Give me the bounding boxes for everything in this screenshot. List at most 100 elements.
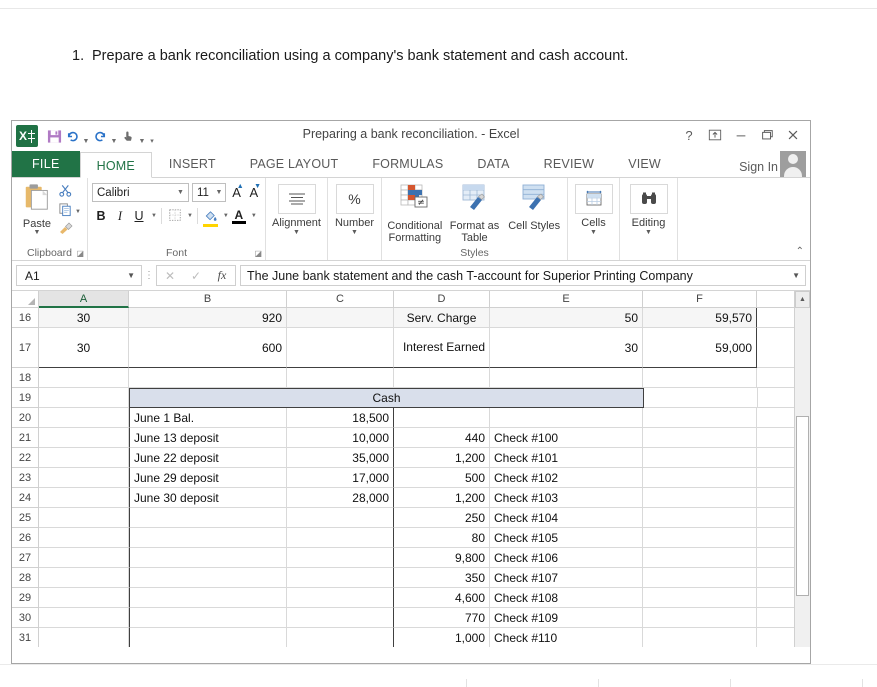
- cell-b30[interactable]: [129, 608, 287, 628]
- cell-b31[interactable]: [129, 628, 287, 647]
- cell-g30[interactable]: [757, 608, 795, 628]
- row-header-27[interactable]: 27: [12, 548, 39, 568]
- cell-g23[interactable]: [757, 468, 795, 488]
- cell-e21[interactable]: Check #100: [490, 428, 643, 448]
- cell-c23[interactable]: 17,000: [287, 468, 394, 488]
- cell-a26[interactable]: [39, 528, 129, 548]
- cell-a20[interactable]: [39, 408, 129, 428]
- cell-e18[interactable]: [490, 368, 643, 388]
- cell-b18[interactable]: [129, 368, 287, 388]
- cell-b28[interactable]: [129, 568, 287, 588]
- cell-f16[interactable]: 59,570: [643, 308, 757, 328]
- cell-g25[interactable]: [757, 508, 795, 528]
- row-header-17[interactable]: 17: [12, 328, 39, 368]
- cell-e30[interactable]: Check #109: [490, 608, 643, 628]
- cell-styles-button[interactable]: Cell Styles: [505, 183, 563, 244]
- scroll-up-icon[interactable]: ▲: [795, 291, 810, 308]
- row-header-25[interactable]: 25: [12, 508, 39, 528]
- cell-e17[interactable]: 30: [490, 328, 643, 368]
- row-header-28[interactable]: 28: [12, 568, 39, 588]
- cell-c28[interactable]: [287, 568, 394, 588]
- font-name-input[interactable]: Calibri ▼: [92, 183, 189, 202]
- cell-a28[interactable]: [39, 568, 129, 588]
- cell-e16[interactable]: 50: [490, 308, 643, 328]
- cell-c31[interactable]: [287, 628, 394, 647]
- cell-d31[interactable]: 1,000: [394, 628, 490, 647]
- row-header-22[interactable]: 22: [12, 448, 39, 468]
- cell-b23[interactable]: June 29 deposit: [129, 468, 287, 488]
- cell-a24[interactable]: [39, 488, 129, 508]
- cell-a27[interactable]: [39, 548, 129, 568]
- cell-d26[interactable]: 80: [394, 528, 490, 548]
- cell-f29[interactable]: [643, 588, 757, 608]
- cells-icon[interactable]: [574, 184, 613, 214]
- cell-a23[interactable]: [39, 468, 129, 488]
- cell-d20[interactable]: [394, 408, 490, 428]
- avatar[interactable]: [780, 151, 806, 177]
- cell-g27[interactable]: [757, 548, 795, 568]
- cell-f21[interactable]: [643, 428, 757, 448]
- cell-a22[interactable]: [39, 448, 129, 468]
- cell-f22[interactable]: [643, 448, 757, 468]
- tab-home[interactable]: HOME: [79, 152, 152, 178]
- cell-f27[interactable]: [643, 548, 757, 568]
- cell-a25[interactable]: [39, 508, 129, 528]
- alignment-icon[interactable]: [277, 184, 316, 214]
- cell-e25[interactable]: Check #104: [490, 508, 643, 528]
- cell-e27[interactable]: Check #106: [490, 548, 643, 568]
- row-header-29[interactable]: 29: [12, 588, 39, 608]
- cell-d24[interactable]: 1,200: [394, 488, 490, 508]
- cell-b17[interactable]: 600: [129, 328, 287, 368]
- cell-a16[interactable]: 30: [39, 308, 129, 328]
- editing-dropdown-icon[interactable]: ▼: [624, 229, 673, 237]
- cell-f20[interactable]: [643, 408, 757, 428]
- cell-a31[interactable]: [39, 628, 129, 647]
- select-all-corner[interactable]: [12, 291, 39, 308]
- cell-c20[interactable]: 18,500: [287, 408, 394, 428]
- cell-g28[interactable]: [757, 568, 795, 588]
- formula-bar-handle[interactable]: ⋮: [142, 270, 156, 281]
- cell-d27[interactable]: 9,800: [394, 548, 490, 568]
- cell-g19[interactable]: [758, 388, 796, 408]
- format-as-table-button[interactable]: Format as Table: [446, 183, 504, 244]
- cell-c25[interactable]: [287, 508, 394, 528]
- cell-d23[interactable]: 500: [394, 468, 490, 488]
- percent-icon[interactable]: %: [335, 184, 374, 214]
- number-dropdown-icon[interactable]: ▼: [332, 229, 377, 237]
- cell-e24[interactable]: Check #103: [490, 488, 643, 508]
- cell-b25[interactable]: [129, 508, 287, 528]
- cell-f30[interactable]: [643, 608, 757, 628]
- cell-b26[interactable]: [129, 528, 287, 548]
- cell-f25[interactable]: [643, 508, 757, 528]
- collapse-ribbon-icon[interactable]: ⌃: [796, 246, 804, 257]
- insert-function-icon[interactable]: fx: [209, 268, 235, 283]
- cell-e20[interactable]: [490, 408, 643, 428]
- cell-g17[interactable]: [757, 328, 795, 368]
- cell-a29[interactable]: [39, 588, 129, 608]
- cell-g24[interactable]: [757, 488, 795, 508]
- cell-g20[interactable]: [757, 408, 795, 428]
- formula-input[interactable]: The June bank statement and the cash T-a…: [240, 265, 806, 286]
- column-header-e[interactable]: E: [490, 291, 643, 308]
- cell-a17[interactable]: 30: [39, 328, 129, 368]
- cell-f24[interactable]: [643, 488, 757, 508]
- copy-button[interactable]: ▼: [58, 202, 81, 220]
- cell-b20[interactable]: June 1 Bal.: [129, 408, 287, 428]
- paste-dropdown-icon[interactable]: ▼: [34, 229, 41, 236]
- row-header-19[interactable]: 19: [12, 388, 39, 408]
- cell-b16[interactable]: 920: [129, 308, 287, 328]
- tab-review[interactable]: REVIEW: [527, 151, 612, 177]
- cell-b21[interactable]: June 13 deposit: [129, 428, 287, 448]
- row-header-31[interactable]: 31: [12, 628, 39, 647]
- row-header-16[interactable]: 16: [12, 308, 39, 328]
- fill-color-button[interactable]: [202, 207, 220, 227]
- font-color-dropdown-icon[interactable]: ▼: [251, 213, 257, 219]
- bold-button[interactable]: B: [92, 207, 110, 225]
- row-header-24[interactable]: 24: [12, 488, 39, 508]
- copy-dropdown-icon[interactable]: ▼: [75, 209, 81, 215]
- cell-g22[interactable]: [757, 448, 795, 468]
- cell-f18[interactable]: [643, 368, 757, 388]
- cell-d17[interactable]: Interest Earned: [394, 328, 490, 368]
- row-header-18[interactable]: 18: [12, 368, 39, 388]
- cell-c24[interactable]: 28,000: [287, 488, 394, 508]
